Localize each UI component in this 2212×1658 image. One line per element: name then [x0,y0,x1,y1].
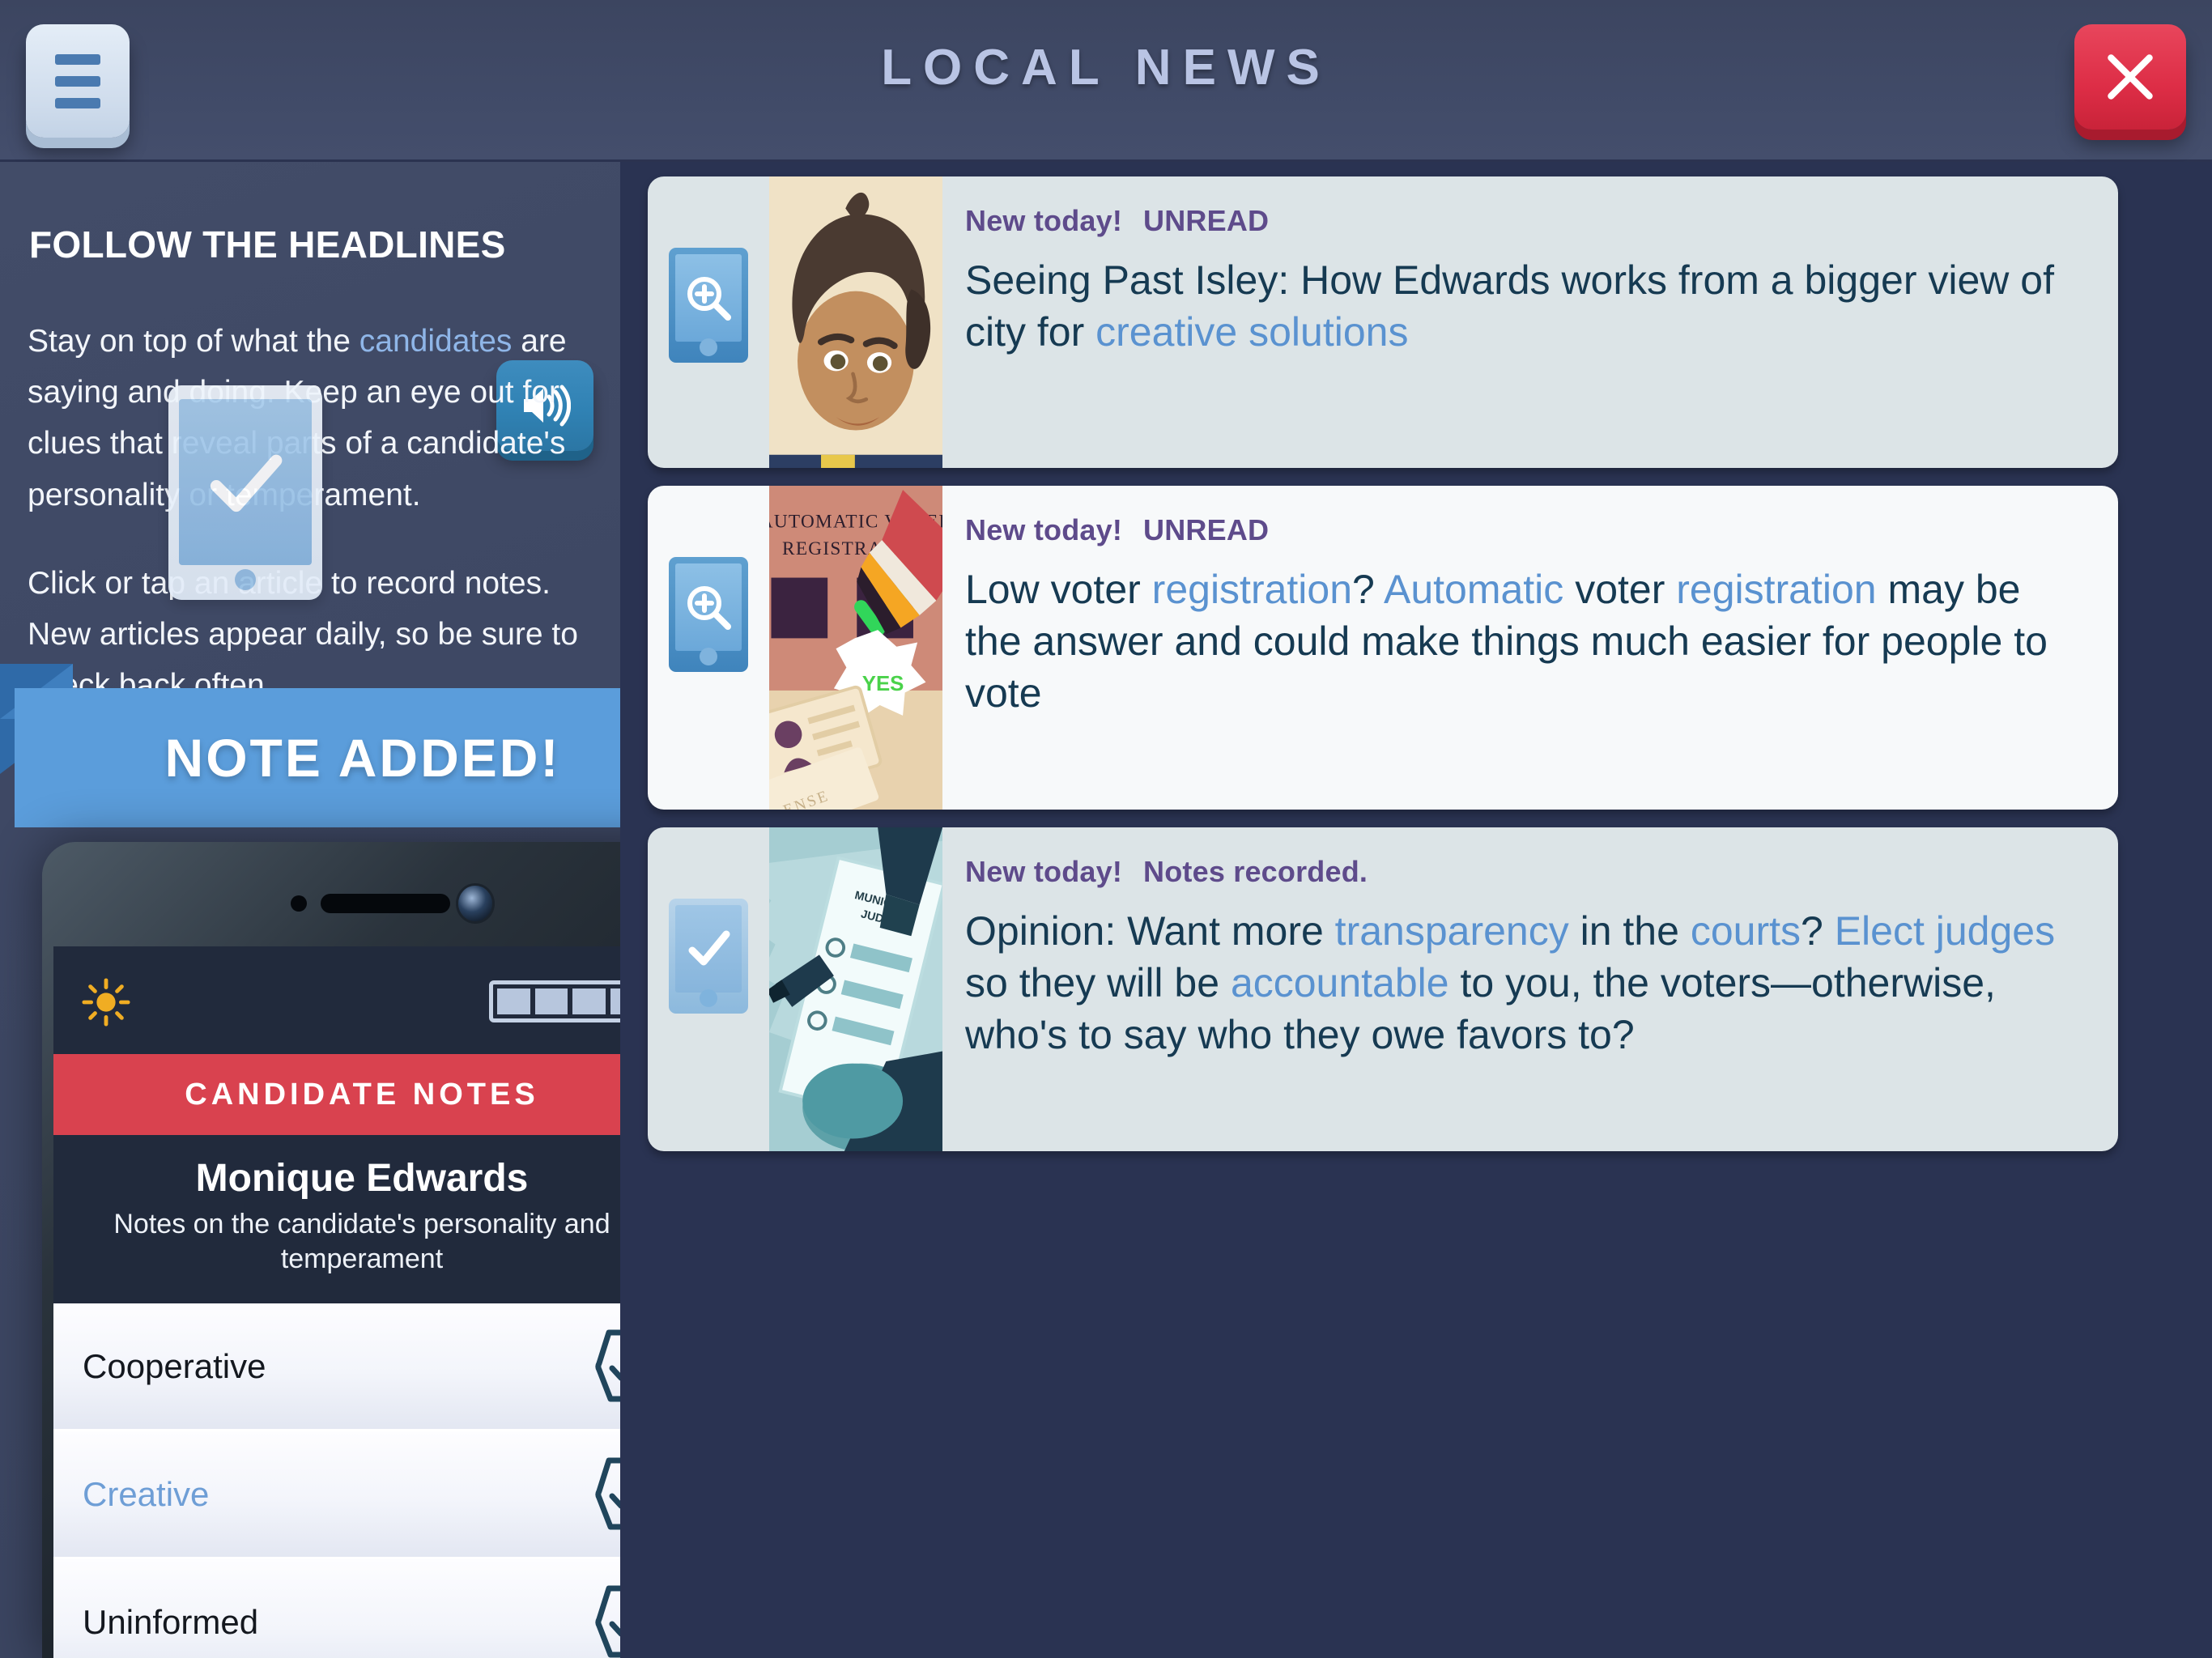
battery-cell [534,988,568,1014]
phone-home-button-shape [700,989,717,1007]
phone-bezel [53,853,670,946]
phone-screen: CANDIDATE NOTES Monique Edwards Notes on… [53,946,670,1658]
page-title: LOCAL NEWS [881,40,1331,96]
candidate-notes-header: Monique Edwards Notes on the candidate's… [53,1135,670,1303]
phone-check-icon [669,899,748,1014]
automatic-voter-registration-thumbnail: AUTOMATIC VOTER REGISTRATION YES ENSE [769,486,942,810]
candidate-portrait-thumbnail [769,176,942,468]
article-body: New today! UNREAD Seeing Past Isley: How E… [942,176,2118,382]
headline-text: in the [1568,908,1691,954]
note-label: Cooperative [83,1346,266,1385]
article-action-icon[interactable] [669,899,769,1014]
sidebar-heading: FOLLOW THE HEADLINES [29,223,506,266]
window-header: LOCAL NEWS [0,0,2212,162]
note-label: Uninformed [83,1602,259,1641]
article-status: New today! UNREAD [965,513,2081,547]
magnifier-plus-icon [687,586,731,630]
article-body: New today! UNREAD Low voter registration? … [942,486,2118,743]
phone-zoom-in-icon [669,557,748,672]
candidates-link[interactable]: candidates [359,324,513,359]
article-read-status: Notes recorded. [1143,855,1368,888]
headline-text: Opinion: Want more [965,908,1335,954]
candidate-notes-phone[interactable]: CANDIDATE NOTES Monique Edwards Notes on… [42,842,682,1658]
headline-text: Low voter [965,567,1152,612]
note-row[interactable]: Uninformed [53,1559,670,1658]
article-headline: Seeing Past Isley: How Edwards works fro… [965,254,2081,358]
headline-text: ? [1801,908,1835,954]
phone-screen-shape [675,905,742,993]
article-new-badge: New today! [965,204,1123,237]
article-card[interactable]: AUTOMATIC VOTER REGISTRATION YES ENSE [648,486,2118,810]
article-thumbnail: MUNICIPAL JUDGE [769,827,942,1151]
article-card[interactable]: New today! UNREAD Seeing Past Isley: How E… [648,176,2118,468]
article-status: New today! Notes recorded. [965,855,2081,889]
article-card[interactable]: MUNICIPAL JUDGE New today! Notes recorded… [648,827,2118,1151]
hamburger-menu-icon [55,97,100,108]
article-list: New today! UNREAD Seeing Past Isley: How E… [620,162,2212,1658]
sidebar-p1-a: Stay on top of what the [28,324,359,359]
phone-microphone-icon [291,895,307,912]
headline-keyword-link[interactable]: creative solutions [1095,309,1408,355]
phone-status-bar [53,946,670,1054]
sun-weather-icon [82,978,130,1027]
headline-keyword-link[interactable]: transparency [1335,908,1569,954]
headline-keyword-link[interactable]: Automatic [1384,567,1563,612]
phone-screen-shape [675,563,742,651]
battery-cell [497,988,530,1014]
article-thumbnail [769,176,942,468]
sidebar-instructions: Stay on top of what the candidates are s… [28,316,594,748]
phone-camera-icon [458,886,492,921]
article-thumbnail: AUTOMATIC VOTER REGISTRATION YES ENSE [769,486,942,810]
candidate-notes-subtitle: Notes on the candidate's personality and… [113,1209,610,1274]
phone-home-button-shape [700,338,717,356]
close-button[interactable] [2074,24,2186,130]
article-status: New today! UNREAD [965,204,2081,238]
article-action-icon[interactable] [669,557,769,672]
magnifier-plus-icon [687,277,731,321]
svg-text:YES: YES [862,673,904,695]
headline-text: so they will be [965,960,1231,1005]
sidebar-paragraph-2: Click or tap an article to record notes.… [28,565,578,704]
close-x-icon [2108,54,2153,100]
article-new-badge: New today! [965,513,1123,546]
headline-keyword-link[interactable]: Elect judges [1835,908,2055,954]
battery-cell [572,988,606,1014]
article-body: New today! Notes recorded. Opinion: Want m… [942,827,2118,1085]
candidate-notes-list: Cooperative Creative Uninformed [53,1303,670,1658]
headline-keyword-link[interactable]: courts [1691,908,1801,954]
note-row[interactable]: Creative [53,1431,670,1559]
municipal-judge-ballot-thumbnail: MUNICIPAL JUDGE [769,827,942,1151]
candidate-notes-title-bar: CANDIDATE NOTES [53,1054,670,1135]
checkmark-icon [688,930,730,966]
article-read-status: UNREAD [1143,204,1270,237]
article-headline: Opinion: Want more transparency in the c… [965,905,2081,1061]
article-new-badge: New today! [965,855,1123,888]
headline-keyword-link[interactable]: registration [1676,567,1876,612]
note-label: Creative [83,1474,210,1513]
phone-zoom-in-icon [669,248,748,363]
phone-screen-shape [675,254,742,342]
headline-keyword-link[interactable]: accountable [1231,960,1449,1005]
headline-keyword-link[interactable]: registration [1152,567,1352,612]
article-read-status: UNREAD [1143,513,1270,546]
article-action-icon[interactable] [669,248,769,363]
sidebar-paragraph-1: Stay on top of what the candidates are s… [28,316,594,521]
headline-text: ? [1352,567,1384,612]
phone-earpiece-icon [321,894,450,913]
candidate-notes-title: CANDIDATE NOTES [185,1077,539,1112]
local-news-screen: LOCAL NEWS FOLLOW THE HEADLINES Stay on … [0,0,2212,1658]
candidate-name: Monique Edwards [195,1157,529,1200]
note-row[interactable]: Cooperative [53,1303,670,1431]
article-headline: Low voter registration? Automatic voter … [965,563,2081,719]
phone-home-button-shape [700,648,717,665]
headline-text: voter [1563,567,1677,612]
